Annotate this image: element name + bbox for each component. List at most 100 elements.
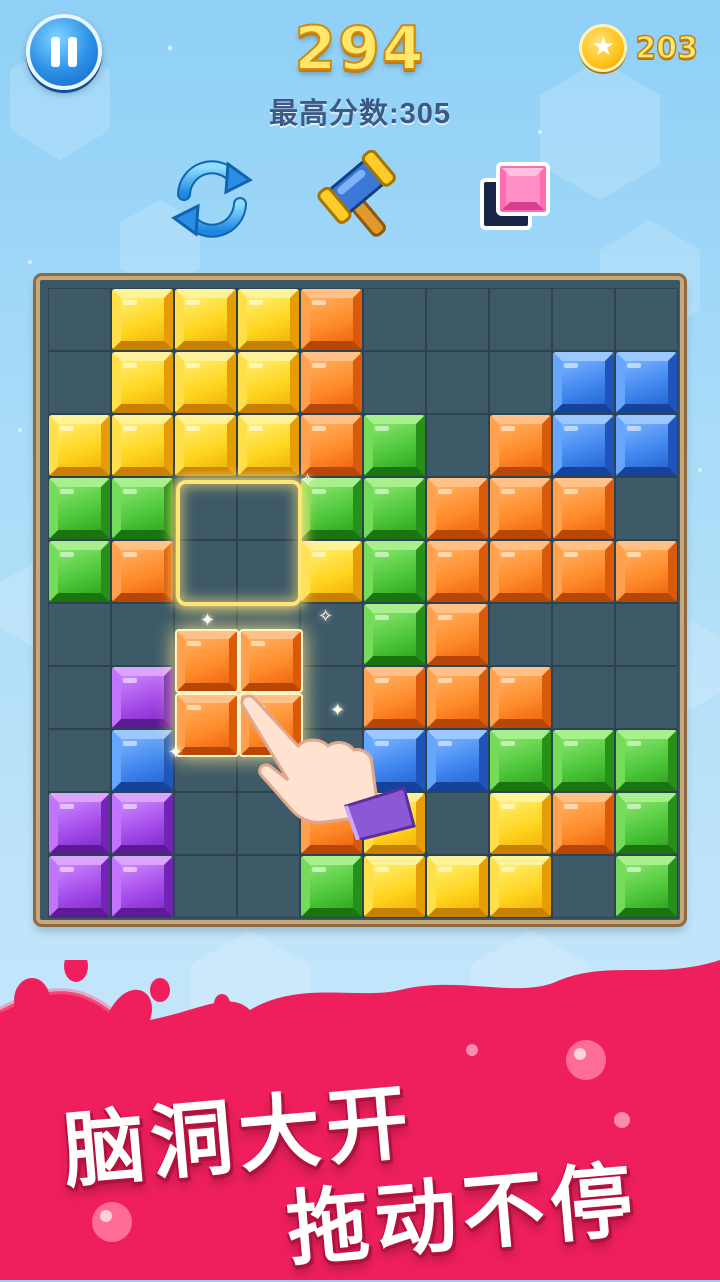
sparkle-icon: ✦	[330, 700, 346, 720]
yellow-block	[49, 415, 110, 476]
dragging-piece[interactable]	[175, 629, 303, 757]
purple-block	[112, 793, 173, 854]
board-cell[interactable]	[615, 288, 678, 351]
yellow-block	[112, 352, 173, 413]
single-block-icon	[480, 162, 550, 230]
board-cell[interactable]	[552, 855, 615, 918]
orange-block	[427, 541, 488, 602]
yellow-block	[490, 793, 551, 854]
board-cell[interactable]	[48, 351, 111, 414]
refresh-icon	[171, 160, 253, 238]
orange-block	[490, 667, 551, 728]
yellow-block	[490, 856, 551, 917]
green-block	[112, 478, 173, 539]
board-cell[interactable]	[363, 288, 426, 351]
green-block	[301, 856, 362, 917]
board-cell[interactable]	[489, 603, 552, 666]
board-cell[interactable]	[615, 477, 678, 540]
board-cell[interactable]	[48, 729, 111, 792]
best-score: 最高分数:305	[268, 98, 452, 130]
board-cell[interactable]	[552, 666, 615, 729]
purple-block	[112, 667, 173, 728]
board-cell[interactable]	[111, 603, 174, 666]
green-block	[616, 793, 677, 854]
yellow-block	[112, 289, 173, 350]
green-block	[49, 541, 110, 602]
blue-block	[112, 730, 173, 791]
blue-block	[553, 415, 614, 476]
yellow-block	[427, 856, 488, 917]
hammer-tool-button[interactable]	[316, 150, 412, 246]
board-cell[interactable]	[615, 603, 678, 666]
drop-target-highlight	[176, 480, 302, 606]
sparkle-icon: ✦	[200, 610, 216, 630]
board-cell[interactable]	[552, 288, 615, 351]
board-cell[interactable]	[426, 351, 489, 414]
orange-block	[490, 415, 551, 476]
sparkle-icon: ✦	[168, 742, 184, 762]
blue-block	[616, 352, 677, 413]
blue-block	[616, 415, 677, 476]
board-grid[interactable]	[48, 288, 678, 918]
green-block	[490, 730, 551, 791]
yellow-block	[238, 289, 299, 350]
green-block	[364, 541, 425, 602]
orange-block	[301, 793, 362, 854]
board-cell[interactable]	[237, 855, 300, 918]
game-board[interactable]	[36, 276, 684, 924]
board-cell[interactable]	[489, 351, 552, 414]
orange-block	[616, 541, 677, 602]
board-cell[interactable]	[48, 603, 111, 666]
blue-block	[553, 352, 614, 413]
yellow-block	[175, 415, 236, 476]
yellow-block	[112, 415, 173, 476]
yellow-block	[364, 856, 425, 917]
coin-counter: ★ 203	[579, 24, 699, 72]
orange-block	[553, 793, 614, 854]
sparkle-icon: ✧	[300, 470, 316, 490]
refresh-tool-button[interactable]	[164, 150, 260, 246]
single-block-tool-button[interactable]	[472, 150, 568, 246]
yellow-block	[238, 415, 299, 476]
piece-block	[239, 693, 303, 757]
orange-block	[112, 541, 173, 602]
green-block	[616, 730, 677, 791]
blue-block	[427, 730, 488, 791]
board-cell[interactable]	[615, 666, 678, 729]
piece-block	[175, 629, 239, 693]
orange-block	[301, 352, 362, 413]
orange-block	[364, 667, 425, 728]
board-cell[interactable]	[237, 792, 300, 855]
board-cell[interactable]	[489, 288, 552, 351]
board-cell[interactable]	[48, 288, 111, 351]
piece-block	[175, 693, 239, 757]
orange-block	[427, 478, 488, 539]
purple-block	[112, 856, 173, 917]
green-block	[49, 478, 110, 539]
board-cell[interactable]	[426, 288, 489, 351]
piece-block	[239, 629, 303, 693]
sparkle-icon: ✧	[318, 606, 334, 626]
purple-block	[49, 793, 110, 854]
board-cell[interactable]	[552, 603, 615, 666]
orange-block	[427, 667, 488, 728]
coin-count: 203	[635, 30, 699, 67]
green-block	[616, 856, 677, 917]
yellow-block	[238, 352, 299, 413]
board-cell[interactable]	[174, 855, 237, 918]
orange-block	[301, 415, 362, 476]
yellow-block	[364, 793, 425, 854]
board-cell[interactable]	[174, 792, 237, 855]
board-cell[interactable]	[48, 666, 111, 729]
orange-block	[490, 478, 551, 539]
green-block	[364, 415, 425, 476]
board-cell[interactable]	[426, 414, 489, 477]
board-cell[interactable]	[363, 351, 426, 414]
orange-block	[553, 478, 614, 539]
green-block	[553, 730, 614, 791]
green-block	[364, 478, 425, 539]
board-cell[interactable]	[426, 792, 489, 855]
board-cell[interactable]	[300, 729, 363, 792]
green-block	[364, 604, 425, 665]
blue-block	[364, 730, 425, 791]
